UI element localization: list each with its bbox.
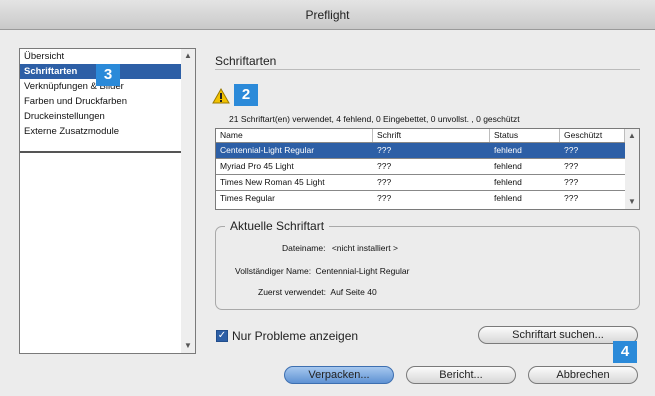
scroll-down-icon[interactable]: ▼	[625, 195, 639, 209]
table-scrollbar[interactable]: ▲ ▼	[625, 129, 639, 209]
callout-badge: 4	[613, 341, 637, 363]
table-header: Name Schrift Status Geschützt	[216, 129, 639, 143]
cell-schrift: ???	[377, 161, 392, 171]
only-problems-label[interactable]: Nur Probleme anzeigen	[232, 329, 358, 343]
cell-name: Centennial-Light Regular	[220, 145, 315, 155]
scroll-up-icon[interactable]: ▲	[625, 129, 639, 143]
sidebar-items: Übersicht Schriftarten Verknüpfungen & B…	[20, 49, 182, 353]
section-title: Schriftarten	[215, 54, 277, 68]
cell-status: fehlend	[494, 193, 522, 203]
warning-icon	[212, 88, 230, 104]
column-header[interactable]: Name	[216, 129, 373, 142]
cell-status: fehlend	[494, 161, 522, 171]
cell-schrift: ???	[377, 145, 392, 155]
cell-schrift: ???	[377, 177, 392, 187]
cell-geschuetzt: ???	[564, 161, 579, 171]
window-title: Preflight	[0, 0, 655, 30]
fonts-summary: 21 Schriftart(en) verwendet, 4 fehlend, …	[229, 114, 520, 124]
only-problems-checkbox[interactable]: ✓	[216, 330, 228, 342]
table-row[interactable]: Times Regular ??? fehlend ???	[216, 191, 639, 207]
filename-row: Dateiname: <nicht installiert >	[282, 243, 398, 253]
package-button[interactable]: Verpacken...	[284, 366, 394, 384]
cell-status: fehlend	[494, 177, 522, 187]
cell-status: fehlend	[494, 145, 522, 155]
column-header[interactable]: Schrift	[373, 129, 490, 142]
column-header[interactable]: Geschützt	[560, 129, 625, 142]
cell-schrift: ???	[377, 193, 392, 203]
callout-badge: 2	[234, 84, 258, 106]
column-header[interactable]: Status	[490, 129, 560, 142]
sidebar-item-druckeinstellungen[interactable]: Druckeinstellungen	[20, 109, 181, 124]
firstused-row: Zuerst verwendet: Auf Seite 40	[258, 287, 377, 297]
report-button[interactable]: Bericht...	[406, 366, 516, 384]
cell-name: Myriad Pro 45 Light	[220, 161, 294, 171]
sidebar-scrollbar[interactable]: ▲ ▼	[181, 49, 195, 353]
sidebar-divider	[20, 151, 182, 355]
cancel-button[interactable]: Abbrechen	[528, 366, 638, 384]
sidebar-item-zusatzmodule[interactable]: Externe Zusatzmodule	[20, 124, 181, 139]
sidebar-item-uebersicht[interactable]: Übersicht	[20, 49, 181, 64]
current-font-title: Aktuelle Schriftart	[225, 219, 330, 233]
cell-geschuetzt: ???	[564, 177, 579, 187]
table-row[interactable]: Myriad Pro 45 Light ??? fehlend ???	[216, 159, 639, 175]
fonts-table[interactable]: Name Schrift Status Geschützt Centennial…	[215, 128, 640, 210]
scroll-up-icon[interactable]: ▲	[181, 49, 195, 63]
filename-value: <nicht installiert >	[331, 243, 398, 253]
cell-name: Times Regular	[220, 193, 275, 203]
scroll-down-icon[interactable]: ▼	[181, 339, 195, 353]
cell-geschuetzt: ???	[564, 193, 579, 203]
cell-name: Times New Roman 45 Light	[220, 177, 325, 187]
firstused-value: Auf Seite 40	[330, 287, 377, 297]
section-divider	[215, 69, 640, 70]
cell-geschuetzt: ???	[564, 145, 579, 155]
table-row[interactable]: Centennial-Light Regular ??? fehlend ???	[216, 143, 639, 159]
filename-label: Dateiname:	[282, 243, 326, 253]
fullname-value: Centennial-Light Regular	[315, 266, 410, 276]
sidebar-item-farben[interactable]: Farben und Druckfarben	[20, 94, 181, 109]
callout-badge: 3	[96, 64, 120, 86]
fullname-row: Vollständiger Name: Centennial-Light Reg…	[235, 266, 409, 276]
table-row[interactable]: Times New Roman 45 Light ??? fehlend ???	[216, 175, 639, 191]
firstused-label: Zuerst verwendet:	[258, 287, 327, 297]
sidebar-list[interactable]: Übersicht Schriftarten Verknüpfungen & B…	[19, 48, 196, 354]
preflight-dialog: Preflight Übersicht Schriftarten Verknüp…	[0, 0, 655, 396]
fullname-label: Vollständiger Name:	[235, 266, 312, 276]
